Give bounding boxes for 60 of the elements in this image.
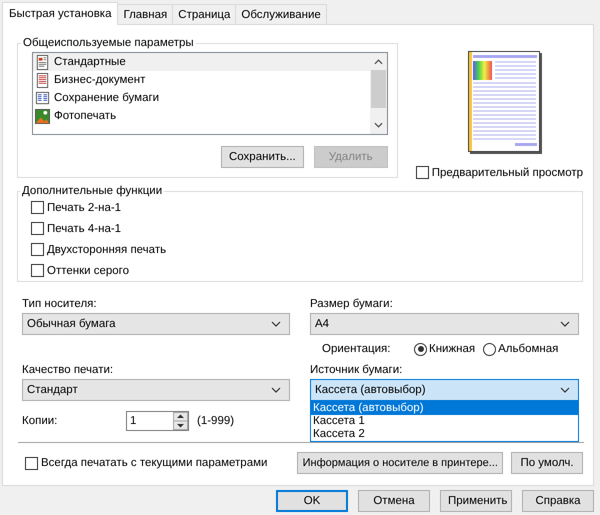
radio-button[interactable]	[483, 342, 496, 356]
orientation-label: Ориентация:	[322, 343, 392, 355]
dropdown-option[interactable]: Кассета (автовыбор)	[311, 402, 578, 415]
group-title: Дополнительные функции	[21, 185, 164, 197]
paper-source-dropdown[interactable]: Кассета (автовыбор)	[310, 379, 579, 401]
media-info-button[interactable]: Информация о носителе в принтере...	[297, 452, 504, 474]
dialog-button[interactable]: Справка	[522, 490, 594, 512]
group-title: Общеиспользуемые параметры	[22, 37, 195, 49]
preview-checkbox[interactable]: Предварительный просмотр	[416, 166, 583, 179]
caret-icon	[560, 387, 570, 393]
checkbox[interactable]	[31, 201, 44, 214]
dialog-button[interactable]: Отмена	[358, 490, 430, 512]
scroll-down-icon[interactable]	[374, 122, 383, 128]
defaults-button[interactable]: По умолч.	[511, 452, 583, 474]
spin-arrows-icon[interactable]	[173, 412, 188, 430]
field-label: Качество печати:	[22, 363, 114, 378]
dialog-button[interactable]: OK	[276, 490, 348, 512]
scrollbar[interactable]	[370, 53, 387, 134]
tab[interactable]: Обслуживание	[235, 4, 327, 24]
option-checkbox[interactable]: Оттенки серого	[31, 260, 582, 281]
option-checkbox[interactable]: Печать 2-на-1	[31, 197, 582, 218]
save-button[interactable]: Сохранить...	[220, 146, 304, 168]
caret-icon	[271, 387, 281, 393]
list-item[interactable]: Фотопечать	[33, 107, 370, 125]
caret-icon	[560, 321, 570, 327]
document-icon	[35, 72, 50, 88]
scrollbar-thumb[interactable]	[370, 70, 386, 108]
orientation-radio[interactable]: Книжная	[414, 342, 476, 356]
option-checkbox[interactable]: Двухсторонняя печать	[31, 239, 582, 260]
document-icon	[35, 54, 50, 70]
pages-icon	[35, 90, 50, 106]
option-checkbox[interactable]: Печать 4-на-1	[31, 218, 582, 239]
field-label: Источник бумаги:	[310, 363, 404, 378]
dropdown-option[interactable]: Кассета 2	[311, 428, 578, 441]
checkbox[interactable]	[31, 243, 44, 256]
scroll-up-icon[interactable]	[374, 59, 383, 65]
list-item[interactable]: Сохранение бумаги	[33, 89, 370, 107]
checkbox[interactable]	[25, 456, 38, 470]
list-item[interactable]: Стандартные	[33, 53, 370, 71]
paper-size-dropdown[interactable]: A4	[310, 313, 579, 335]
field-label: Тип носителя:	[22, 297, 98, 312]
print-quality-dropdown[interactable]: Стандарт	[22, 379, 290, 401]
list-box[interactable]: Стандартные Бизнес-документ Сохранение бумаги Фотопечать	[32, 52, 388, 135]
photo-icon	[35, 108, 50, 124]
copies-range: (1-999)	[197, 415, 234, 427]
always-print-checkbox[interactable]: Всегда печатать с текущими параметрами	[25, 456, 268, 470]
copies-spinner[interactable]: 1	[126, 411, 189, 431]
checkbox[interactable]	[31, 222, 44, 235]
tab[interactable]: Быстрая установка	[2, 2, 118, 25]
caret-icon	[271, 321, 281, 327]
dropdown-option[interactable]: Кассета 1	[311, 415, 578, 428]
checkbox[interactable]	[416, 166, 429, 179]
media-type-dropdown[interactable]: Обычная бумага	[22, 313, 290, 335]
orientation-radio[interactable]: Альбомная	[483, 342, 558, 356]
field-label: Размер бумаги:	[310, 297, 394, 312]
radio-button[interactable]	[414, 342, 427, 356]
checkbox[interactable]	[31, 264, 44, 277]
dialog-button[interactable]: Применить	[440, 490, 512, 512]
list-item[interactable]: Бизнес-документ	[33, 71, 370, 89]
copies-label: Копии:	[22, 415, 58, 427]
